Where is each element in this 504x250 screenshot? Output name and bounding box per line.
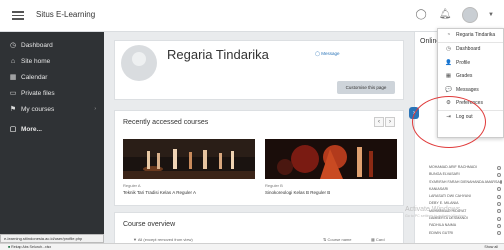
sidebar-item-more[interactable]: ▢ More... <box>0 122 104 136</box>
sidebar-item-label: My courses <box>21 105 55 113</box>
sidebar-item-label: Dashboard <box>21 41 53 49</box>
sidebar-item-private-files[interactable]: ▭ Private files <box>0 86 104 100</box>
previous-button[interactable]: ‹ <box>374 117 384 127</box>
sidebar-item-calendar[interactable]: ▦ Calendar <box>0 70 104 84</box>
sidebar-item-label: Site home <box>21 57 51 65</box>
menu-item-profile[interactable]: 👤 Profile <box>438 56 503 70</box>
menu-item-label: Profile <box>456 59 471 66</box>
more-icon: ▢ <box>9 126 17 133</box>
menu-item-label: Dashboard <box>456 46 481 53</box>
list-item[interactable]: BUNGA ELVASARI <box>429 171 501 178</box>
sidebar: ◷ Dashboard ⌂ Site home ▦ Calendar ▭ Pri… <box>0 32 104 243</box>
message-link[interactable]: ◯ Message <box>315 51 340 57</box>
user-name: LARASATI DWI CAHYANI <box>429 194 471 199</box>
sidebar-item-site-home[interactable]: ⌂ Site home <box>0 54 104 68</box>
user-menu-name: Regaria Tindarika <box>456 32 496 39</box>
view-label: Card <box>375 237 385 242</box>
watermark-title: Activate Windows <box>405 206 461 213</box>
user-menu-header[interactable]: ◔ Regaria Tindarika <box>438 29 503 43</box>
message-label: Message <box>321 51 340 56</box>
view-dropdown[interactable]: ▦ Card <box>371 237 385 242</box>
sidebar-item-dashboard[interactable]: ◷ Dashboard <box>0 38 104 52</box>
menu-item-messages[interactable]: 💬 Messages <box>438 83 503 97</box>
sidebar-item-label: More... <box>21 125 42 133</box>
user-name: MOHAMAD ARIF RACHMADI <box>429 165 477 169</box>
courses-icon: ⚑ <box>9 106 17 113</box>
messages-icon: 💬 <box>445 86 452 93</box>
profile-header: Regaria Tindarika ◯ Message Customise th… <box>114 40 404 100</box>
profile-name: Regaria Tindarika <box>167 47 269 62</box>
customise-page-button[interactable]: Customise this page <box>337 81 395 94</box>
user-avatar[interactable] <box>462 7 479 23</box>
menu-item-dashboard[interactable]: ◷ Dashboard <box>438 43 503 57</box>
course-overview-title: Course overview <box>123 221 176 228</box>
watermark-subtitle: Go to PC settings to activate Windows. <box>405 214 468 218</box>
menu-item-label: Messages <box>456 86 479 93</box>
dashboard-icon: ◷ <box>446 46 451 53</box>
highlight-annotation <box>412 96 486 148</box>
download-item[interactable]: ■ Rekap Abs Seluruh...xlsx <box>8 244 51 250</box>
calendar-icon: ▦ <box>9 74 17 81</box>
message-icon[interactable] <box>497 172 501 177</box>
course-title[interactable]: Teknik Tari Tradisi Kelas A Reguler A <box>123 190 196 195</box>
filter-label: All (except removed from view) <box>137 237 193 242</box>
sidebar-item-label: Calendar <box>21 73 48 81</box>
list-item[interactable]: MOHAMAD ARIF RACHMADI <box>429 164 501 171</box>
chevron-down-icon[interactable]: ▼ <box>488 12 494 18</box>
status-url: e-learning.stiindonesia.ac.id/user/profi… <box>0 234 104 243</box>
message-icon[interactable] <box>497 165 501 170</box>
recent-courses-card: Recently accessed courses ‹ › Reguler A … <box>114 110 404 206</box>
show-all-button[interactable]: Show all <box>484 244 498 250</box>
course-category: Reguler B <box>265 183 283 188</box>
activate-windows-watermark: Activate Windows Go to PC settings to ac… <box>405 206 504 234</box>
course-category: Reguler A <box>123 183 141 188</box>
site-name[interactable]: Situs E-Learning <box>36 10 95 19</box>
filter-dropdown[interactable]: ▼ All (except removed from view) <box>133 237 193 242</box>
sidebar-item-label: Private files <box>21 89 55 97</box>
menu-item-label: Grades <box>456 73 473 80</box>
recent-courses-title: Recently accessed courses <box>123 119 209 126</box>
sidebar-item-my-courses[interactable]: ⚑ My courses › <box>0 102 104 116</box>
user-name: SYARIFAH FARAH DIENAHANDA AMARSA <box>429 179 500 184</box>
list-item[interactable]: SYARIFAH FARAH DIENAHANDA AMARSA <box>429 179 502 186</box>
menu-toggle-icon[interactable] <box>12 9 24 21</box>
user-name: BUNGA ELVASARI <box>429 172 460 177</box>
dashboard-icon: ◷ <box>9 42 17 49</box>
next-button[interactable]: › <box>385 117 395 127</box>
user-name: KANIASARI <box>429 186 449 191</box>
download-filename: Rekap Abs Seluruh...xlsx <box>11 245 52 249</box>
sort-label: Course name <box>327 237 352 242</box>
course-image[interactable] <box>265 139 397 179</box>
course-image[interactable] <box>123 139 255 179</box>
main-content: Regaria Tindarika ◯ Message Customise th… <box>104 32 412 250</box>
course-title[interactable]: Sinokoreologi Kelas B Reguler B <box>265 190 330 195</box>
message-icon[interactable] <box>497 194 501 199</box>
file-icon: ▭ <box>9 90 17 97</box>
list-item[interactable]: KANIASARI <box>429 186 501 193</box>
list-item[interactable]: LARASATI DWI CAHYANI <box>429 193 501 200</box>
home-icon: ⌂ <box>10 57 16 65</box>
chat-icon[interactable]: ◯ <box>414 8 428 22</box>
menu-item-grades[interactable]: ▦ Grades <box>438 70 503 84</box>
download-bar: ■ Rekap Abs Seluruh...xlsx Show all <box>0 243 504 250</box>
user-icon: 👤 <box>445 59 452 66</box>
profile-avatar <box>121 45 157 81</box>
grades-icon: ▦ <box>445 73 452 80</box>
sort-dropdown[interactable]: ⇅ Course name <box>323 237 351 242</box>
message-icon[interactable] <box>497 187 501 192</box>
chevron-right-icon: › <box>94 106 96 112</box>
top-navbar: Situs E-Learning ◯ 🔔︎ ▼ <box>0 0 504 32</box>
notification-bell-icon[interactable]: 🔔︎ <box>438 8 452 22</box>
message-icon[interactable] <box>499 180 502 185</box>
user-icon: ◔ <box>446 32 451 39</box>
